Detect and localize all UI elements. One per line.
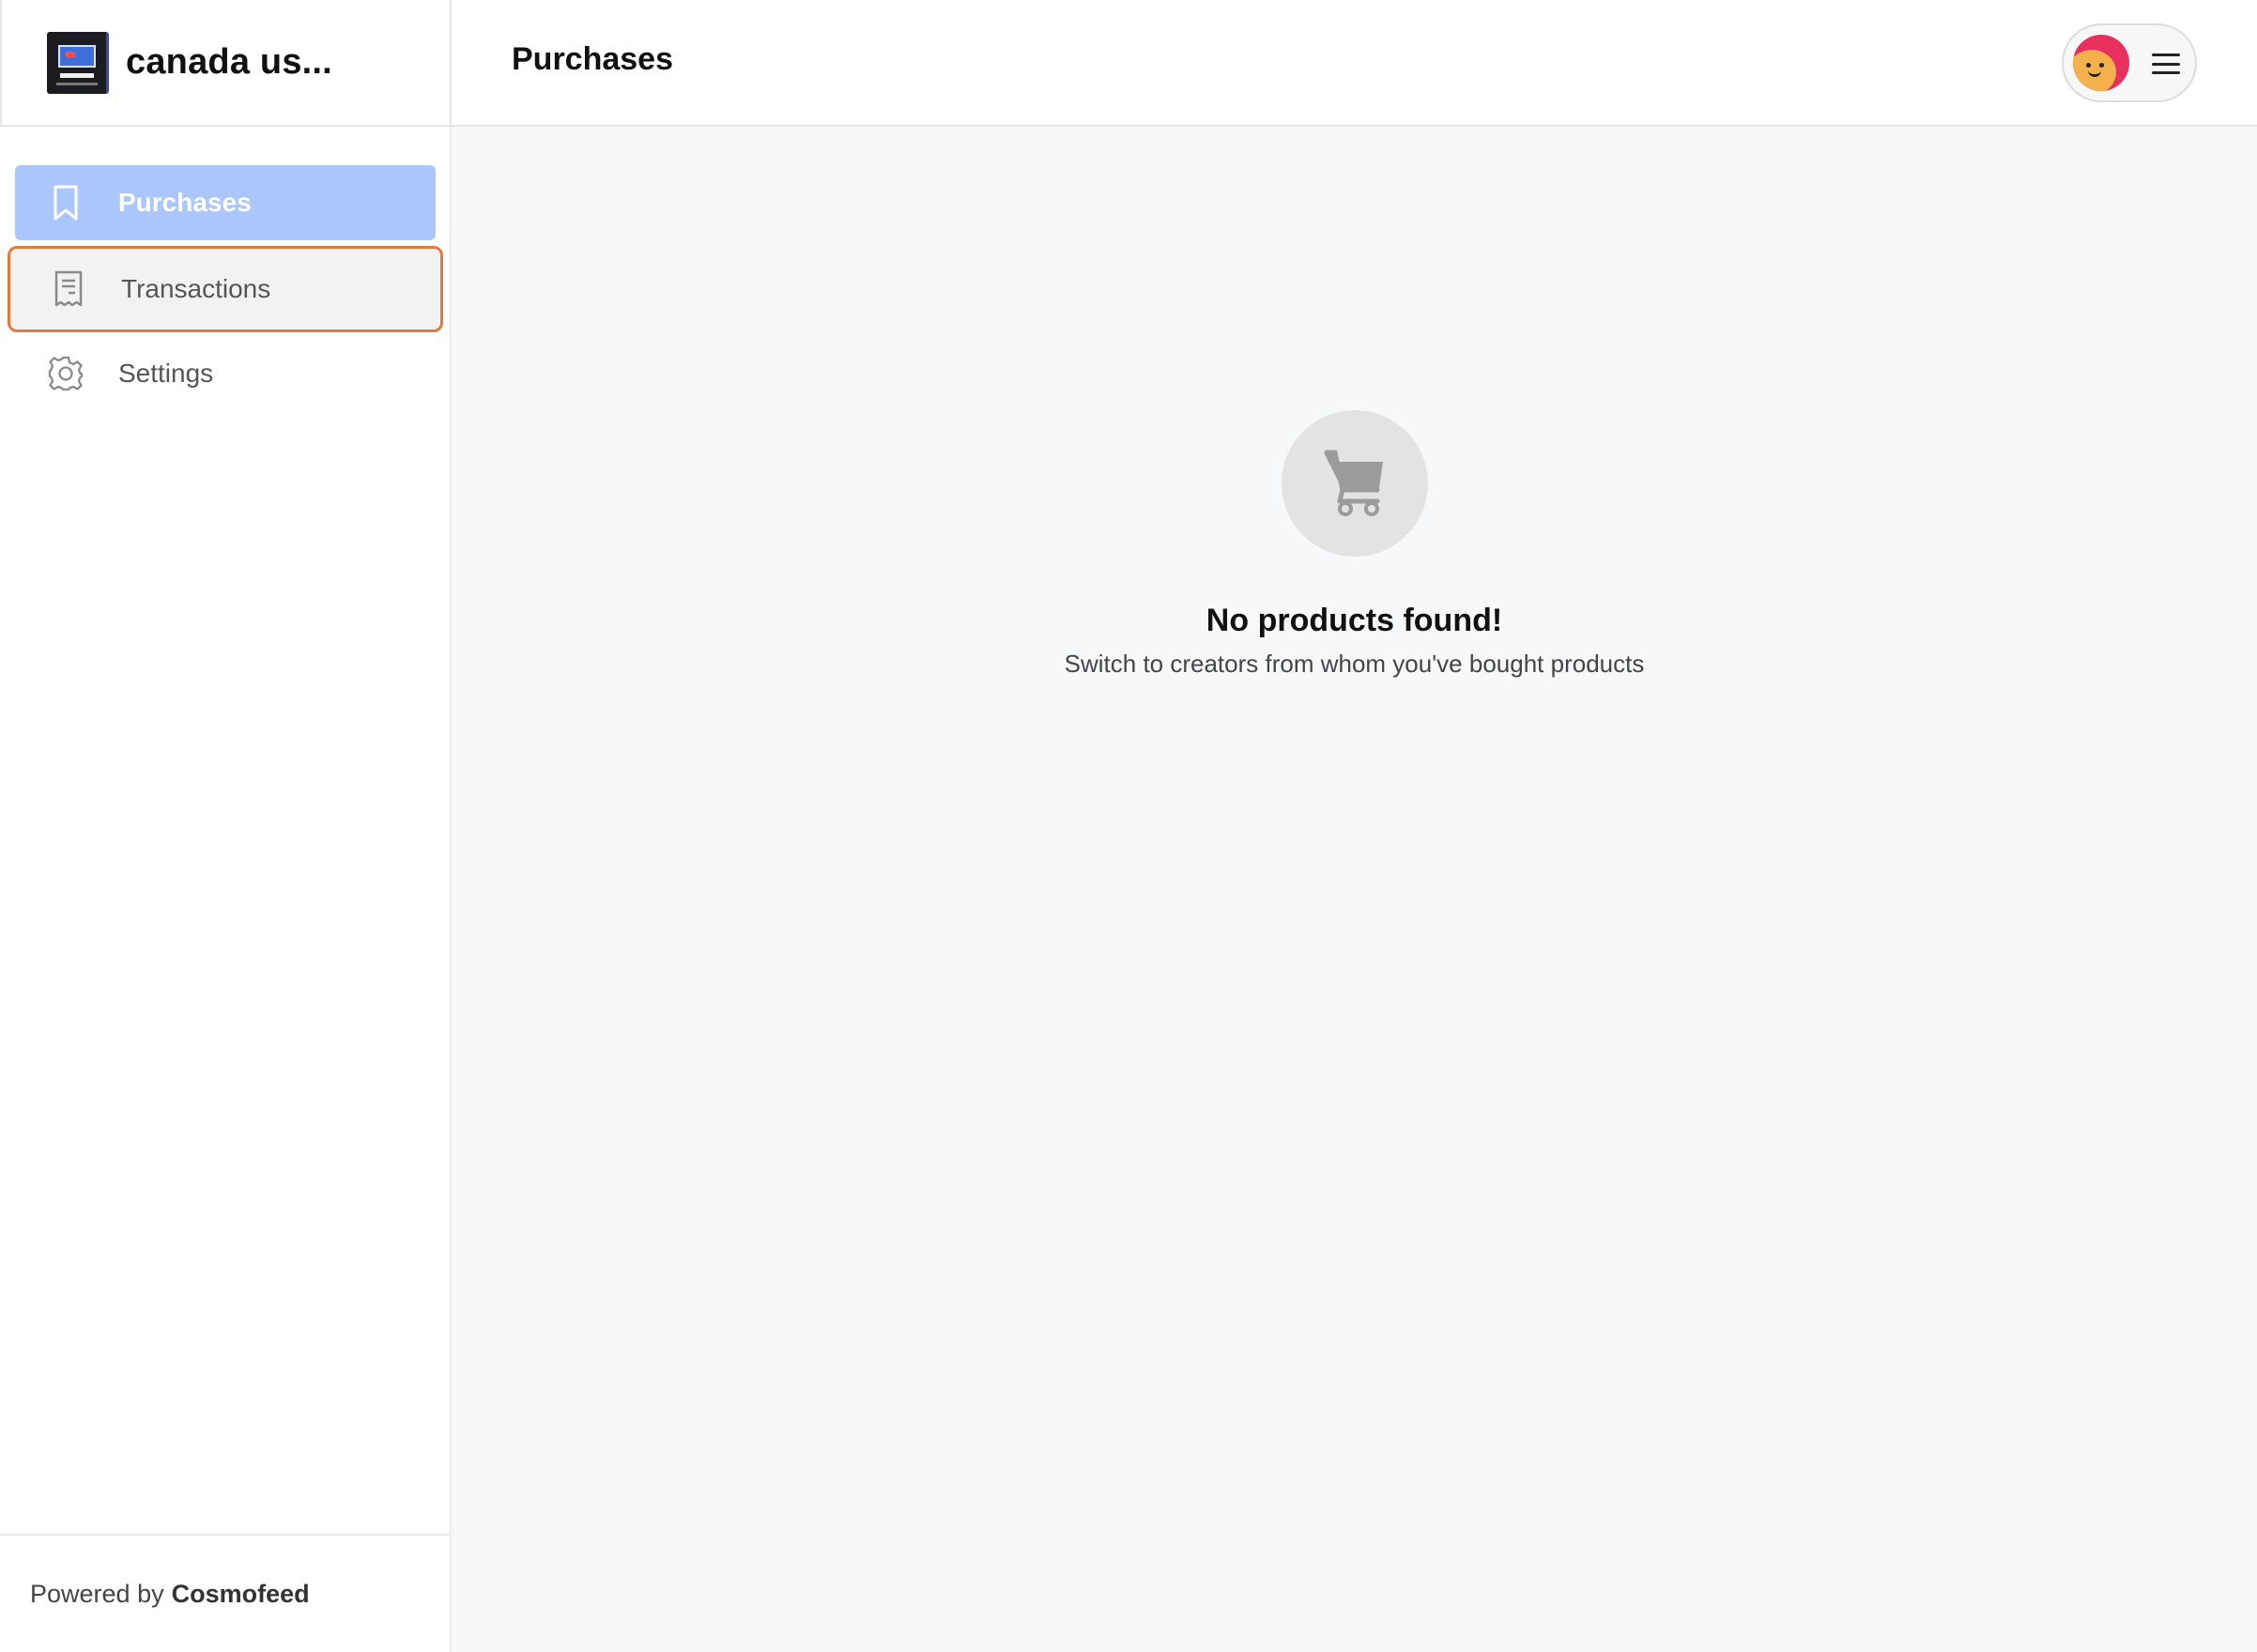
powered-brand-link[interactable]: Cosmofeed (172, 1580, 310, 1609)
hamburger-menu-icon (2152, 54, 2180, 74)
powered-prefix: Powered by (30, 1579, 164, 1608)
top-header: Purchases (452, 0, 2257, 127)
gear-icon (47, 355, 84, 392)
sidebar: canada us... Purchases Transactions Sett… (0, 0, 452, 1652)
brand-name: canada us... (126, 42, 332, 82)
empty-state-title: No products found! (1205, 603, 1503, 638)
brand-logo (47, 31, 109, 94)
powered-by-footer: Powered by Cosmofeed (0, 1534, 452, 1652)
sidebar-item-label: Transactions (121, 274, 271, 303)
brand-header[interactable]: canada us... (0, 0, 452, 127)
sidebar-item-purchases[interactable]: Purchases (15, 165, 436, 240)
receipt-icon (50, 270, 87, 308)
sidebar-item-settings[interactable]: Settings (15, 336, 436, 411)
page-title: Purchases (512, 41, 673, 77)
main-content: No products found! Switch to creators fr… (452, 129, 2257, 1652)
bookmark-icon (47, 184, 84, 222)
sidebar-item-transactions[interactable]: Transactions (8, 246, 443, 332)
empty-state-subtitle: Switch to creators from whom you've boug… (1064, 650, 1645, 678)
user-menu-button[interactable] (2062, 23, 2197, 102)
sidebar-item-label: Purchases (118, 188, 252, 217)
app-root: canada us... Purchases Transactions Sett… (0, 0, 2257, 1652)
avatar (2073, 35, 2129, 91)
cart-icon (1282, 410, 1428, 557)
sidebar-item-label: Settings (118, 359, 214, 388)
